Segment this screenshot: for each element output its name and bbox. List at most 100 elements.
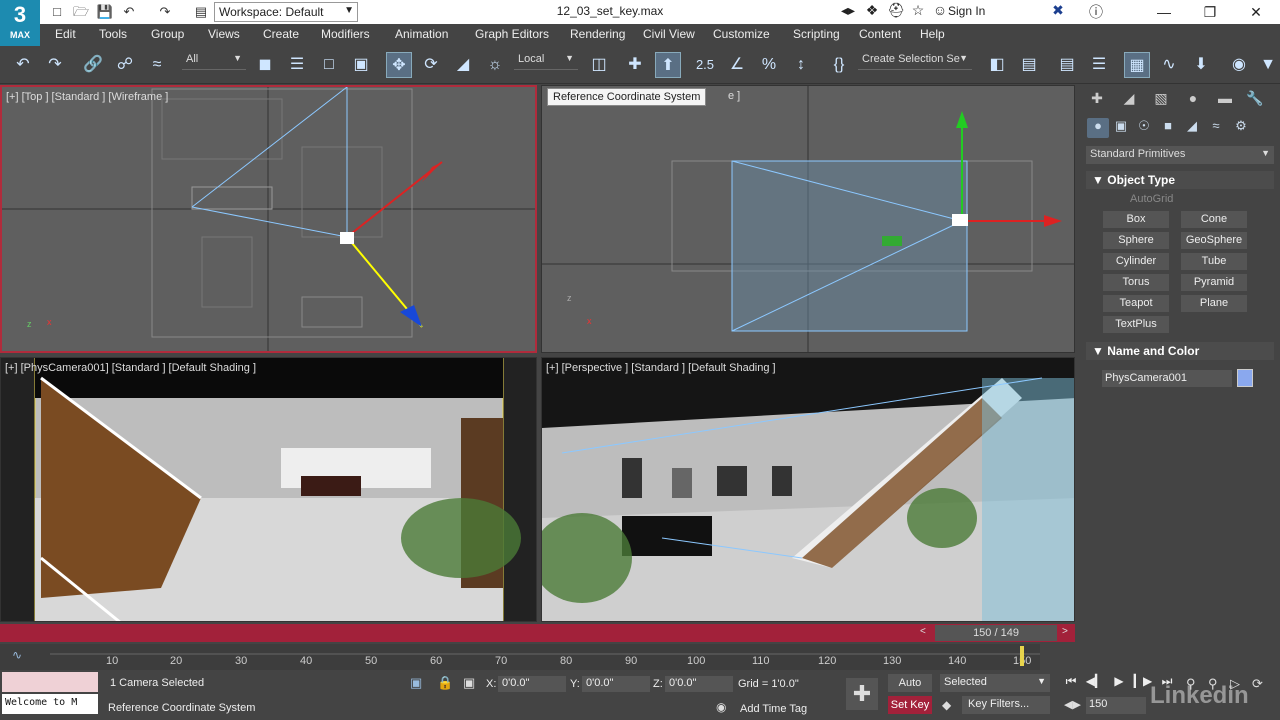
cylinder-button[interactable]: Cylinder bbox=[1103, 253, 1169, 270]
previous-frame-icon[interactable]: ◀▎ bbox=[1084, 674, 1106, 694]
current-frame-field[interactable]: 150 bbox=[1086, 697, 1146, 714]
favorites-star-icon[interactable]: ☆ bbox=[906, 2, 930, 19]
cameras-icon[interactable]: ■ bbox=[1157, 118, 1179, 138]
name-and-color-rollout[interactable]: ▼ Name and Color bbox=[1086, 342, 1274, 360]
viewport-camera-label[interactable]: [+] [PhysCamera001] [Standard ] [Default… bbox=[5, 362, 256, 374]
viewport-top[interactable]: z x [+] [Top ] [Standard ] [Wireframe ] bbox=[0, 85, 537, 353]
select-and-scale-icon[interactable]: ◢ bbox=[450, 52, 476, 78]
select-object-icon[interactable]: ◼ bbox=[252, 52, 278, 78]
select-and-place-icon[interactable]: ☼ bbox=[482, 52, 508, 78]
help-icon[interactable]: ⓘ bbox=[1084, 2, 1108, 22]
menu-group[interactable]: Group bbox=[151, 27, 184, 41]
hierarchy-tab-icon[interactable]: ▧ bbox=[1150, 90, 1172, 110]
shapes-icon[interactable]: ▣ bbox=[1110, 118, 1132, 138]
play-icon[interactable]: ▶ bbox=[1108, 674, 1130, 694]
sphere-button[interactable]: Sphere bbox=[1103, 232, 1169, 249]
restore-icon[interactable]: ❐ bbox=[1190, 2, 1230, 22]
object-color-swatch[interactable] bbox=[1237, 369, 1253, 387]
auto-key-button[interactable]: Auto Key bbox=[888, 674, 932, 707]
app-logo[interactable]: 3 MAX bbox=[0, 0, 40, 46]
textplus-button[interactable]: TextPlus bbox=[1103, 316, 1169, 333]
menu-content[interactable]: Content bbox=[859, 27, 901, 41]
key-filters-button[interactable]: Key Filters... bbox=[962, 696, 1050, 714]
systems-icon[interactable]: ⚙ bbox=[1230, 118, 1252, 138]
toggle-ribbon-icon[interactable]: ▦ bbox=[1124, 52, 1150, 78]
select-by-name-icon[interactable]: ☰ bbox=[284, 52, 310, 78]
viewport-front-label[interactable]: e ] bbox=[728, 90, 740, 102]
maxscript-listener[interactable]: Welcome to M bbox=[2, 694, 98, 714]
angle-snap-icon[interactable]: ∠ bbox=[724, 52, 750, 78]
save-icon[interactable]: 💾 bbox=[96, 3, 114, 21]
mirror-icon[interactable]: ◧ bbox=[984, 52, 1010, 78]
time-tag-icon[interactable]: ◉ bbox=[716, 700, 726, 714]
rectangle-selection-icon[interactable]: □ bbox=[316, 52, 342, 78]
undo-icon[interactable]: ↶ bbox=[120, 3, 138, 21]
time-slider-next-icon[interactable]: > bbox=[1062, 626, 1068, 637]
toolbar-overflow-icon[interactable]: ▼ bbox=[1258, 52, 1278, 78]
object-type-rollout[interactable]: ▼ Object Type bbox=[1086, 171, 1274, 189]
menu-graph-editors[interactable]: Graph Editors bbox=[475, 27, 549, 41]
curve-editor-icon[interactable]: ∿ bbox=[1156, 52, 1182, 78]
material-editor-icon[interactable]: ◉ bbox=[1226, 52, 1252, 78]
time-slider-prev-icon[interactable]: < bbox=[920, 626, 926, 637]
z-coordinate-field[interactable]: 0'0.0" bbox=[665, 676, 733, 692]
select-and-rotate-icon[interactable]: ⟳ bbox=[418, 52, 444, 78]
helpers-icon[interactable]: ◢ bbox=[1181, 118, 1203, 138]
key-mode-dropdown[interactable]: Selected ▼ bbox=[940, 674, 1050, 692]
manipulate-icon[interactable]: ✚ bbox=[622, 52, 648, 78]
create-selection-set-dropdown[interactable]: Create Selection Se ▼ bbox=[858, 52, 972, 70]
box-button[interactable]: Box bbox=[1103, 211, 1169, 228]
go-to-start-icon[interactable]: ⏮ bbox=[1060, 674, 1082, 694]
space-warps-icon[interactable]: ≈ bbox=[1205, 118, 1227, 138]
menu-edit[interactable]: Edit bbox=[55, 27, 76, 41]
window-crossing-icon[interactable]: ▣ bbox=[348, 52, 374, 78]
teapot-button[interactable]: Teapot bbox=[1103, 295, 1169, 312]
menu-views[interactable]: Views bbox=[208, 27, 240, 41]
y-coordinate-field[interactable]: 0'0.0" bbox=[582, 676, 650, 692]
lock-selection-icon[interactable]: 🔒 bbox=[437, 675, 453, 691]
community-icon[interactable]: ⛑ bbox=[884, 2, 908, 19]
align-icon[interactable]: ▤ bbox=[1016, 52, 1042, 78]
mini-curve-editor-icon[interactable]: ∿ bbox=[12, 648, 22, 662]
key-mode-toggle-icon[interactable]: ◀▶ bbox=[1064, 698, 1081, 711]
cone-button[interactable]: Cone bbox=[1181, 211, 1247, 228]
menu-scripting[interactable]: Scripting bbox=[793, 27, 840, 41]
minimize-icon[interactable]: — bbox=[1144, 2, 1184, 22]
undo-icon[interactable]: ↶ bbox=[10, 52, 36, 78]
keyboard-shortcut-override-icon[interactable]: ⬆ bbox=[655, 52, 681, 78]
viewport-perspective-label[interactable]: [+] [Perspective ] [Standard ] [Default … bbox=[546, 362, 776, 374]
workspace-dropdown[interactable]: Workspace: Default ▼ bbox=[214, 2, 358, 22]
modify-tab-icon[interactable]: ◢ bbox=[1118, 90, 1140, 110]
time-slider-handle[interactable]: 150 / 149 bbox=[935, 625, 1057, 641]
set-key-big-icon[interactable]: ✚ bbox=[846, 678, 878, 710]
geometry-icon[interactable]: ● bbox=[1087, 118, 1109, 138]
time-slider[interactable] bbox=[0, 624, 1075, 642]
pivot-center-icon[interactable]: ◫ bbox=[586, 52, 612, 78]
menu-rendering[interactable]: Rendering bbox=[570, 27, 625, 41]
redo-icon[interactable]: ↷ bbox=[42, 52, 68, 78]
torus-button[interactable]: Torus bbox=[1103, 274, 1169, 291]
viewport-perspective[interactable]: [+] [Perspective ] [Standard ] [Default … bbox=[541, 357, 1075, 622]
menu-animation[interactable]: Animation bbox=[395, 27, 448, 41]
absolute-mode-icon[interactable]: ▣ bbox=[463, 675, 475, 691]
menu-help[interactable]: Help bbox=[920, 27, 945, 41]
layer-explorer-icon[interactable]: ☰ bbox=[1086, 52, 1112, 78]
menu-customize[interactable]: Customize bbox=[713, 27, 770, 41]
tube-button[interactable]: Tube bbox=[1181, 253, 1247, 270]
viewport-top-label[interactable]: [+] [Top ] [Standard ] [Wireframe ] bbox=[6, 91, 168, 103]
search-arrows-icon[interactable]: ◂▸ bbox=[836, 2, 860, 19]
maxscript-listener-top[interactable] bbox=[2, 672, 98, 692]
display-tab-icon[interactable]: ▬ bbox=[1214, 90, 1236, 110]
menu-modifiers[interactable]: Modifiers bbox=[321, 27, 370, 41]
menu-civil-view[interactable]: Civil View bbox=[643, 27, 695, 41]
reference-coord-dropdown[interactable]: Local ▼ bbox=[514, 52, 578, 70]
object-name-field[interactable]: PhysCamera001 bbox=[1102, 370, 1232, 387]
edit-named-selection-icon[interactable]: {} bbox=[826, 52, 852, 78]
orbit-icon[interactable]: ⟳ bbox=[1252, 676, 1263, 692]
percent-snap-icon[interactable]: % bbox=[756, 52, 782, 78]
schematic-view-icon[interactable]: ⬇ bbox=[1188, 52, 1214, 78]
motion-tab-icon[interactable]: ● bbox=[1182, 90, 1204, 110]
spinner-snap-icon[interactable]: ↕ bbox=[788, 52, 814, 78]
add-time-tag-button[interactable]: Add Time Tag bbox=[740, 703, 807, 715]
menu-create[interactable]: Create bbox=[263, 27, 299, 41]
